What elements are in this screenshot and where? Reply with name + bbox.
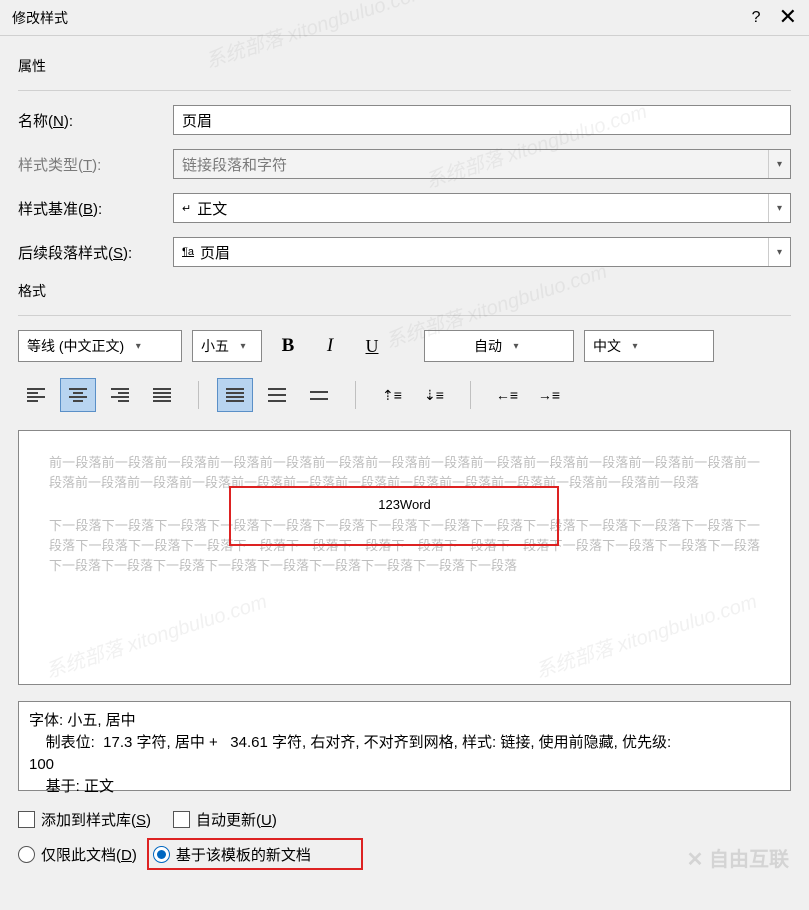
chevron-down-icon[interactable]: ▾ [506,341,526,352]
preview-pane: 前一段落前一段落前一段落前一段落前一段落前一段落前一段落前一段落前一段落前一段落… [18,430,791,685]
separator [355,381,356,409]
decrease-indent-button[interactable]: ←≡ [489,378,525,412]
bold-button[interactable]: B [272,330,304,362]
label-name: 名称(N): [18,110,173,131]
paragraph-mark-icon: ↵ [182,202,191,215]
align-left-button[interactable] [18,378,54,412]
template-new-docs-radio[interactable]: 基于该模板的新文档 [153,844,311,865]
format-toolbar: 等线 (中文正文) ▾ 小五 ▾ B I U 自动 ▾ 中文 ▾ [18,330,791,362]
chevron-down-icon[interactable]: ▾ [768,194,790,222]
label-next-style: 后续段落样式(S): [18,242,173,263]
radio-icon [18,846,35,863]
based-on-select[interactable]: ↵ 正文 ▾ [173,193,791,223]
type-select: 链接段落和字符 ▾ [173,149,791,179]
checkbox-icon [173,811,190,828]
section-format-label: 格式 [18,281,791,301]
font-size-select[interactable]: 小五 ▾ [192,330,262,362]
titlebar: 修改样式 ? ✕ [0,0,809,36]
language-select[interactable]: 中文 ▾ [584,330,714,362]
font-select[interactable]: 等线 (中文正文) ▾ [18,330,182,362]
divider [18,315,791,316]
help-button[interactable]: ? [752,9,761,27]
line-spacing-1-5-button[interactable] [259,378,295,412]
indent-icon: →≡ [538,387,560,403]
next-style-select[interactable]: ¶a 页眉 ▾ [173,237,791,267]
align-center-button[interactable] [60,378,96,412]
row-type: 样式类型(T): 链接段落和字符 ▾ [18,149,791,179]
checkbox-row: 添加到样式库(S) 自动更新(U) [18,809,791,830]
dialog-title: 修改样式 [12,8,68,28]
italic-button[interactable]: I [314,330,346,362]
chevron-down-icon[interactable]: ▾ [128,341,148,352]
align-justify-button[interactable] [144,378,180,412]
radio-icon [153,846,170,863]
checkbox-icon [18,811,35,828]
outdent-icon: ←≡ [496,387,518,403]
style-description: 字体: 小五, 居中 制表位: 17.3 字符, 居中 + 34.61 字符, … [18,701,791,791]
label-based-on: 样式基准(B): [18,198,173,219]
separator [198,381,199,409]
label-type: 样式类型(T): [18,154,173,175]
preview-sample-text: 123Word [49,497,760,512]
radio-row: 仅限此文档(D) 基于该模板的新文档 [18,844,791,865]
chevron-down-icon[interactable]: ▾ [233,341,253,352]
auto-update-checkbox[interactable]: 自动更新(U) [173,809,277,830]
divider [18,90,791,91]
font-color-select[interactable]: 自动 ▾ [424,330,574,362]
separator [470,381,471,409]
align-right-button[interactable] [102,378,138,412]
preview-before-text: 前一段落前一段落前一段落前一段落前一段落前一段落前一段落前一段落前一段落前一段落… [49,453,760,493]
increase-indent-button[interactable]: →≡ [531,378,567,412]
chevron-down-icon[interactable]: ▾ [625,341,645,352]
row-based-on: 样式基准(B): ↵ 正文 ▾ [18,193,791,223]
only-this-doc-radio[interactable]: 仅限此文档(D) [18,844,137,865]
line-spacing-2-button[interactable] [301,378,337,412]
section-properties-label: 属性 [18,56,791,76]
line-spacing-1-button[interactable] [217,378,253,412]
name-input[interactable]: 页眉 [173,105,791,135]
spacing-icon: ⇡≡ [382,387,402,404]
preview-after-text: 下一段落下一段落下一段落下一段落下一段落下一段落下一段落下一段落下一段落下一段落… [49,516,760,576]
linked-style-icon: ¶a [182,246,194,258]
increase-para-before-button[interactable]: ⇡≡ [374,378,410,412]
row-next-style: 后续段落样式(S): ¶a 页眉 ▾ [18,237,791,267]
underline-button[interactable]: U [356,330,388,362]
decrease-para-before-button[interactable]: ⇣≡ [416,378,452,412]
row-name: 名称(N): 页眉 [18,105,791,135]
window-controls: ? ✕ [752,9,797,27]
chevron-down-icon: ▾ [768,150,790,178]
spacing-icon: ⇣≡ [424,387,444,404]
chevron-down-icon[interactable]: ▾ [768,238,790,266]
close-button[interactable]: ✕ [779,9,797,27]
add-to-gallery-checkbox[interactable]: 添加到样式库(S) [18,809,151,830]
paragraph-toolbar: ⇡≡ ⇣≡ ←≡ →≡ [18,378,791,412]
site-logo: ✕ 自由互联 [687,843,789,872]
